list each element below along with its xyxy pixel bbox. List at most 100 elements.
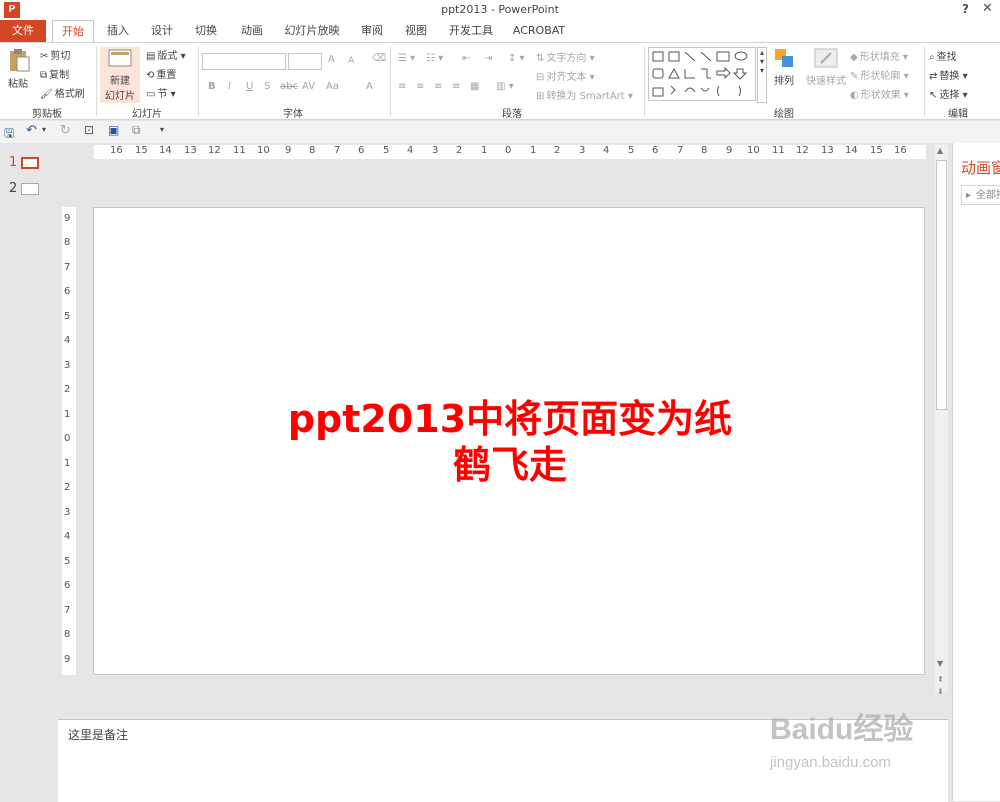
ruler-label: 7 bbox=[334, 145, 341, 156]
columns-icon[interactable]: ▥ ▾ bbox=[496, 81, 514, 92]
shape-outline-button[interactable]: ✎ 形状轮廓 ▾ bbox=[850, 67, 909, 83]
tab-file[interactable]: 文件 bbox=[0, 20, 46, 42]
group-divider bbox=[96, 46, 97, 116]
ruler-label: 12 bbox=[796, 145, 809, 156]
redo-icon[interactable]: ↻ bbox=[60, 123, 71, 138]
tab-design[interactable]: 设计 bbox=[148, 20, 176, 42]
slide-thumbnails-pane: 1 2 bbox=[0, 143, 58, 801]
slide-title-line-1: ppt2013中将页面变为纸 bbox=[287, 397, 733, 441]
convert-smartart-button[interactable]: ⊞ 转换为 SmartArt ▾ bbox=[536, 87, 633, 103]
italic-button[interactable]: I bbox=[228, 81, 231, 92]
text-direction-button[interactable]: ⇅ 文字方向 ▾ bbox=[536, 49, 595, 65]
tab-animations[interactable]: 动画 bbox=[238, 20, 266, 42]
ruler-label: 10 bbox=[257, 145, 270, 156]
arrange-button[interactable]: 排列 bbox=[772, 47, 796, 87]
font-name-combo[interactable] bbox=[202, 53, 286, 70]
tab-developer[interactable]: 开发工具 bbox=[448, 20, 494, 42]
numbering-icon[interactable]: ☷ ▾ bbox=[426, 53, 443, 64]
new-slide-label-2: 幻灯片 bbox=[105, 91, 135, 102]
scrollbar-thumb[interactable] bbox=[936, 160, 947, 410]
bullets-icon[interactable]: ☰ ▾ bbox=[398, 53, 415, 64]
cut-button[interactable]: ✂ 剪切 bbox=[40, 47, 70, 63]
align-left-icon[interactable]: ≡ bbox=[398, 81, 406, 92]
reset-button[interactable]: ⟲ 重置 bbox=[146, 66, 176, 82]
start-slideshow-icon[interactable]: ⊡ bbox=[84, 123, 94, 137]
group-divider bbox=[644, 46, 645, 116]
find-button[interactable]: ⌕ 查找 bbox=[929, 48, 957, 64]
baidu-watermark: Baidu经验 jingyan.baidu.com bbox=[770, 694, 950, 784]
slide-canvas[interactable]: ppt2013中将页面变为纸 鹤飞走 bbox=[93, 207, 925, 675]
shrink-font-button[interactable]: A bbox=[348, 56, 354, 66]
tab-home[interactable]: 开始 bbox=[52, 20, 94, 42]
copy-icon: ⧉ bbox=[40, 69, 48, 81]
scissors-icon: ✂ bbox=[40, 50, 49, 62]
strikethrough-button[interactable]: abc bbox=[280, 81, 298, 92]
copy-format-icon[interactable]: ⧉ bbox=[132, 123, 141, 138]
scroll-up-icon[interactable]: ▲ bbox=[937, 146, 943, 155]
scroll-down-icon[interactable]: ▼ bbox=[937, 659, 943, 668]
char-spacing-button[interactable]: AV bbox=[302, 81, 315, 92]
distribute-icon[interactable]: ▦ bbox=[470, 81, 479, 92]
thumbnail-number: 1 bbox=[9, 155, 18, 170]
shadow-button[interactable]: S bbox=[264, 81, 270, 92]
underline-button[interactable]: U bbox=[246, 81, 253, 92]
slide-thumbnail-2[interactable] bbox=[21, 183, 39, 195]
align-right-icon[interactable]: ≡ bbox=[434, 81, 442, 92]
shape-outline-label: 形状轮廓 bbox=[860, 71, 901, 82]
save-icon[interactable]: 🖫 bbox=[4, 124, 14, 145]
bold-button[interactable]: B bbox=[208, 81, 216, 92]
tab-insert[interactable]: 插入 bbox=[104, 20, 132, 42]
replace-button[interactable]: ⇄ 替换 ▾ bbox=[929, 67, 968, 83]
play-all-button[interactable]: ▸ 全部播放 bbox=[961, 185, 1000, 205]
new-slide-button[interactable]: 新建 幻灯片 bbox=[100, 47, 140, 103]
align-center-icon[interactable]: ≡ bbox=[416, 81, 424, 92]
section-button[interactable]: ▭ 节 ▾ bbox=[146, 85, 176, 101]
notes-text[interactable]: 这里是备注 bbox=[68, 726, 128, 743]
slide-title-textbox[interactable]: ppt2013中将页面变为纸 鹤飞走 bbox=[94, 396, 926, 488]
increase-indent-icon[interactable]: ⇥ bbox=[484, 53, 492, 64]
ruler-label: 0 bbox=[64, 433, 71, 444]
tab-review[interactable]: 审阅 bbox=[358, 20, 386, 42]
cursor-icon: ↖ bbox=[929, 89, 938, 101]
format-painter-label: 格式刷 bbox=[54, 89, 85, 100]
ruler-label: 4 bbox=[64, 335, 71, 346]
shape-effects-button[interactable]: ◐ 形状效果 ▾ bbox=[850, 86, 909, 102]
align-text-button[interactable]: ⊟ 对齐文本 ▾ bbox=[536, 68, 595, 84]
layout-icon: ▤ bbox=[146, 50, 156, 62]
font-size-combo[interactable] bbox=[288, 53, 322, 70]
grow-font-button[interactable]: A bbox=[328, 54, 335, 65]
clear-format-icon[interactable]: ⌫ bbox=[372, 53, 386, 64]
ruler-label: 5 bbox=[628, 145, 635, 156]
tab-slideshow[interactable]: 幻灯片放映 bbox=[284, 20, 340, 42]
shapes-gallery-scroll[interactable]: ▴ ▾ ▾ bbox=[757, 47, 767, 103]
justify-icon[interactable]: ≡ bbox=[452, 81, 460, 92]
format-painter-button[interactable]: 🖌 格式刷 bbox=[40, 85, 85, 101]
change-case-button[interactable]: Aa bbox=[326, 81, 339, 92]
ruler-label: 7 bbox=[677, 145, 684, 156]
save-as-icon[interactable]: ▣ bbox=[108, 123, 119, 137]
undo-icon[interactable]: ↶ bbox=[26, 123, 37, 138]
tab-view[interactable]: 视图 bbox=[402, 20, 430, 42]
layout-button[interactable]: ▤ 版式 ▾ bbox=[146, 47, 186, 63]
previous-slide-icon[interactable]: ⇞ bbox=[937, 675, 944, 684]
select-button[interactable]: ↖ 选择 ▾ bbox=[929, 86, 968, 102]
copy-button[interactable]: ⧉ 复制 bbox=[40, 66, 69, 82]
ruler-label: 2 bbox=[64, 384, 71, 395]
font-color-button[interactable]: A bbox=[366, 81, 373, 92]
tab-transitions[interactable]: 切换 bbox=[192, 20, 220, 42]
decrease-indent-icon[interactable]: ⇤ bbox=[462, 53, 470, 64]
help-button[interactable]: ? bbox=[962, 2, 969, 16]
undo-dropdown-icon[interactable]: ▾ bbox=[42, 125, 46, 134]
tab-acrobat[interactable]: ACROBAT bbox=[512, 20, 566, 42]
close-button[interactable]: ✕ bbox=[982, 1, 993, 16]
watermark-logo-text: Baidu经验 bbox=[770, 713, 914, 746]
ruler-label: 6 bbox=[64, 580, 71, 591]
quick-styles-button[interactable]: 快速样式 bbox=[804, 47, 848, 87]
ruler-label: 13 bbox=[821, 145, 834, 156]
paste-button[interactable]: 粘贴 bbox=[8, 47, 32, 90]
slide-thumbnail-1[interactable] bbox=[21, 157, 39, 169]
line-spacing-icon[interactable]: ↕ ▾ bbox=[508, 53, 525, 64]
shapes-gallery[interactable] bbox=[648, 47, 756, 101]
shape-fill-button[interactable]: ◆ 形状填充 ▾ bbox=[850, 48, 908, 64]
customize-qat-icon[interactable]: ▾ bbox=[160, 125, 164, 134]
